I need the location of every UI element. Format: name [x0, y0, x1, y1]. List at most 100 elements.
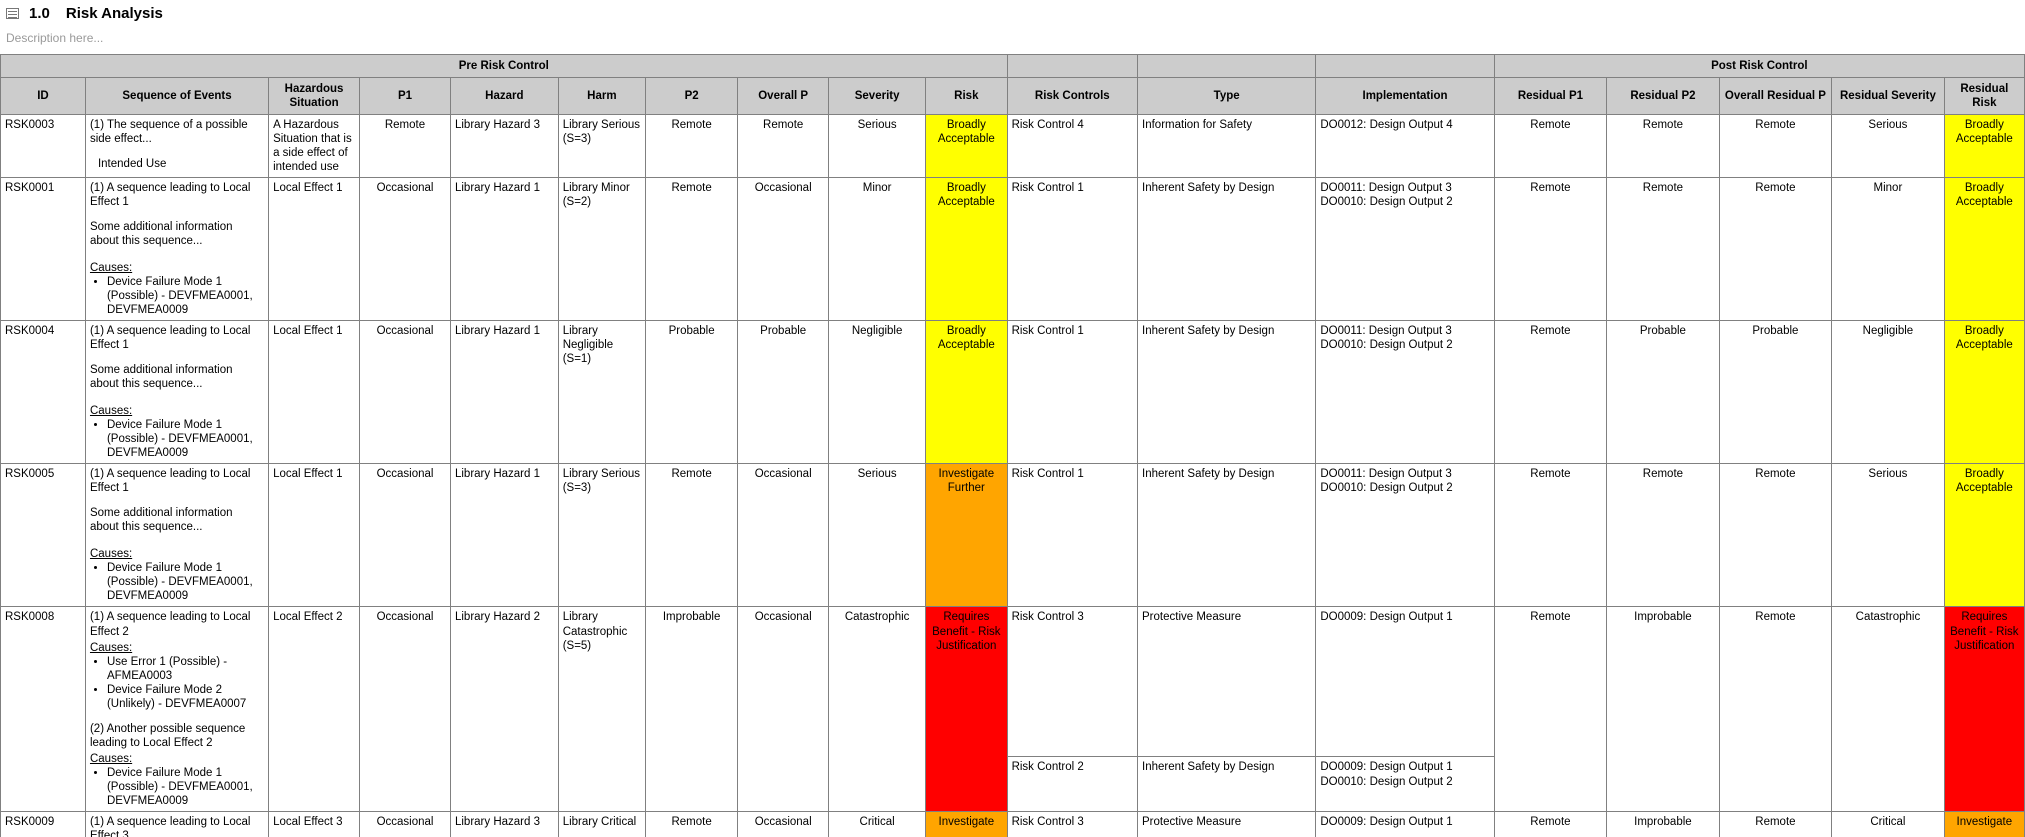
- cell-risk-control: Risk Control 3: [1006, 810, 1139, 837]
- cell-severity: Critical: [828, 810, 927, 837]
- col-residual-severity[interactable]: Residual Severity: [1831, 77, 1945, 116]
- table-row[interactable]: RSK0005 (1) A sequence leading to Local E…: [0, 463, 2025, 608]
- section-description: Description here...: [6, 31, 104, 45]
- band-spacer-implementation: [1315, 53, 1495, 79]
- risk-analysis-page: 1.0 Risk Analysis Description here... Pr…: [0, 0, 2025, 837]
- table-row[interactable]: RSK0001 (1) A sequence leading to Local E…: [0, 177, 2025, 322]
- col-severity[interactable]: Severity: [828, 77, 927, 116]
- col-type[interactable]: Type: [1137, 77, 1317, 116]
- cell-risk-control: Risk Control 1: [1006, 463, 1139, 608]
- cell-hazardous-situation: Local Effect 1: [268, 320, 361, 465]
- cell-type: Inherent Safety by Design: [1137, 320, 1317, 465]
- cell-severity: Minor: [828, 177, 927, 322]
- col-overall-residual-p[interactable]: Overall Residual P: [1718, 77, 1833, 116]
- cell-residual-risk: Requires Benefit - Risk Justification: [1943, 606, 2025, 812]
- cell-residual-p2: Remote: [1606, 114, 1720, 179]
- sequence-line: (1) A sequence leading to Local Effect 3: [89, 815, 251, 837]
- band-pre-risk-control: Pre Risk Control: [0, 53, 1008, 79]
- cell-p2: Remote: [645, 114, 739, 179]
- cell-risk-control: Risk Control 4: [1006, 114, 1139, 179]
- cell-implementation: DO0009: Design Output 1: [1315, 810, 1495, 837]
- cell-id: RSK0001: [0, 177, 86, 322]
- cell-implementation: DO0012: Design Output 4: [1315, 114, 1495, 179]
- cell-residual-p2: Remote: [1606, 463, 1720, 608]
- table-row[interactable]: RSK0008 (1) A sequence leading to Local E…: [0, 606, 2025, 812]
- cause-item: Device Failure Mode 1 (Possible) - DEVFM…: [107, 561, 264, 603]
- cell-implementation: DO0011: Design Output 3 DO0010: Design Ou…: [1315, 177, 1495, 322]
- cell-residual-p1: Remote: [1493, 463, 1608, 608]
- cell-residual-risk: Broadly Acceptable: [1943, 114, 2025, 179]
- table-row[interactable]: RSK0004 (1) A sequence leading to Local E…: [0, 320, 2025, 465]
- sequence-line: (1) A sequence leading to Local Effect 1: [89, 325, 251, 352]
- cell-residual-severity: Negligible: [1831, 320, 1945, 465]
- cell-type: Protective Measure: [1137, 810, 1317, 837]
- cell-overall-residual-p: Remote: [1718, 463, 1833, 608]
- col-p2[interactable]: P2: [645, 77, 739, 116]
- col-risk-controls[interactable]: Risk Controls: [1006, 77, 1139, 116]
- cell-risk-control: Risk Control 2: [1006, 756, 1139, 812]
- col-hazard[interactable]: Hazard: [449, 77, 559, 116]
- col-residual-risk[interactable]: Residual Risk: [1943, 77, 2025, 116]
- cell-risk-control: Risk Control 1: [1006, 177, 1139, 322]
- cell-hazardous-situation: Local Effect 1: [268, 463, 361, 608]
- sequence-line: (1) A sequence leading to Local Effect 1: [89, 468, 251, 495]
- causes-label-2: Causes:: [89, 752, 133, 765]
- cell-residual-risk: Broadly Acceptable: [1943, 177, 2025, 322]
- table-row[interactable]: RSK0009 (1) A sequence leading to Local E…: [0, 810, 2025, 837]
- table-body: RSK0003 (1) The sequence of a possible si…: [0, 114, 2025, 837]
- cell-hazard: Library Hazard 3: [449, 114, 559, 179]
- cell-risk-control: Risk Control 3: [1006, 606, 1139, 758]
- cell-harm: Library Serious (S=3): [557, 114, 647, 179]
- cell-hazardous-situation: A Hazardous Situation that is a side eff…: [268, 114, 361, 179]
- cell-p1: Occasional: [359, 177, 451, 322]
- causes-list-2: Device Failure Mode 1 (Possible) - DEVFM…: [90, 766, 264, 808]
- cell-implementation: DO0011: Design Output 3 DO0010: Design Ou…: [1315, 463, 1495, 608]
- cell-residual-risk: Broadly Acceptable: [1943, 320, 2025, 465]
- cell-hazard: Library Hazard 3: [449, 810, 559, 837]
- cell-sequence-of-events: (1) A sequence leading to Local Effect 1…: [84, 463, 270, 608]
- col-id[interactable]: ID: [0, 77, 86, 116]
- col-sequence-of-events[interactable]: Sequence of Events: [84, 77, 270, 116]
- cell-hazard: Library Hazard 1: [449, 177, 559, 322]
- cause-item: Device Failure Mode 1 (Possible) - DEVFM…: [107, 275, 264, 317]
- col-overall-p[interactable]: Overall P: [737, 77, 830, 116]
- band-post-risk-control: Post Risk Control: [1493, 53, 2025, 79]
- cell-sequence-of-events: (1) A sequence leading to Local Effect 1…: [84, 320, 270, 465]
- cell-harm: Library Critical: [557, 810, 647, 837]
- col-harm[interactable]: Harm: [557, 77, 647, 116]
- col-residual-p2[interactable]: Residual P2: [1606, 77, 1720, 116]
- cell-p2: Remote: [645, 463, 739, 608]
- cell-severity: Serious: [828, 114, 927, 179]
- cell-p1: Occasional: [359, 320, 451, 465]
- cell-implementation: DO0011: Design Output 3 DO0010: Design Ou…: [1315, 320, 1495, 465]
- cell-hazardous-situation: Local Effect 3: [268, 810, 361, 837]
- cell-residual-severity: Serious: [1831, 114, 1945, 179]
- cell-severity: Catastrophic: [828, 606, 927, 812]
- causes-list: Device Failure Mode 1 (Possible) - DEVFM…: [90, 418, 264, 460]
- cause-item: Device Failure Mode 2 (Unlikely) - DEVFM…: [107, 683, 264, 711]
- cell-type: Inherent Safety by Design: [1137, 463, 1317, 608]
- cell-hazardous-situation: Local Effect 1: [268, 177, 361, 322]
- cell-risk: Investigate Further: [925, 463, 1008, 608]
- header-band-row: Pre Risk Control Post Risk Control: [0, 53, 2025, 79]
- col-implementation[interactable]: Implementation: [1315, 77, 1495, 116]
- cell-id: RSK0008: [0, 606, 86, 812]
- cell-harm: Library Negligible (S=1): [557, 320, 647, 465]
- cell-p2: Remote: [645, 810, 739, 837]
- col-hazardous-situation[interactable]: Hazardous Situation: [268, 77, 361, 116]
- cell-sequence-of-events: (1) The sequence of a possible side effe…: [84, 114, 270, 179]
- cell-id: RSK0005: [0, 463, 86, 608]
- sequence-line: (1) A sequence leading to Local Effect 2: [89, 611, 251, 638]
- col-p1[interactable]: P1: [359, 77, 451, 116]
- cell-overall-p: Occasional: [737, 606, 830, 812]
- cell-id: RSK0004: [0, 320, 86, 465]
- cell-type: Information for Safety: [1137, 114, 1317, 179]
- cell-residual-p1: Remote: [1493, 177, 1608, 322]
- section-number: 1.0: [29, 4, 50, 22]
- col-risk[interactable]: Risk: [925, 77, 1008, 116]
- col-residual-p1[interactable]: Residual P1: [1493, 77, 1608, 116]
- table-row[interactable]: RSK0003 (1) The sequence of a possible si…: [0, 114, 2025, 179]
